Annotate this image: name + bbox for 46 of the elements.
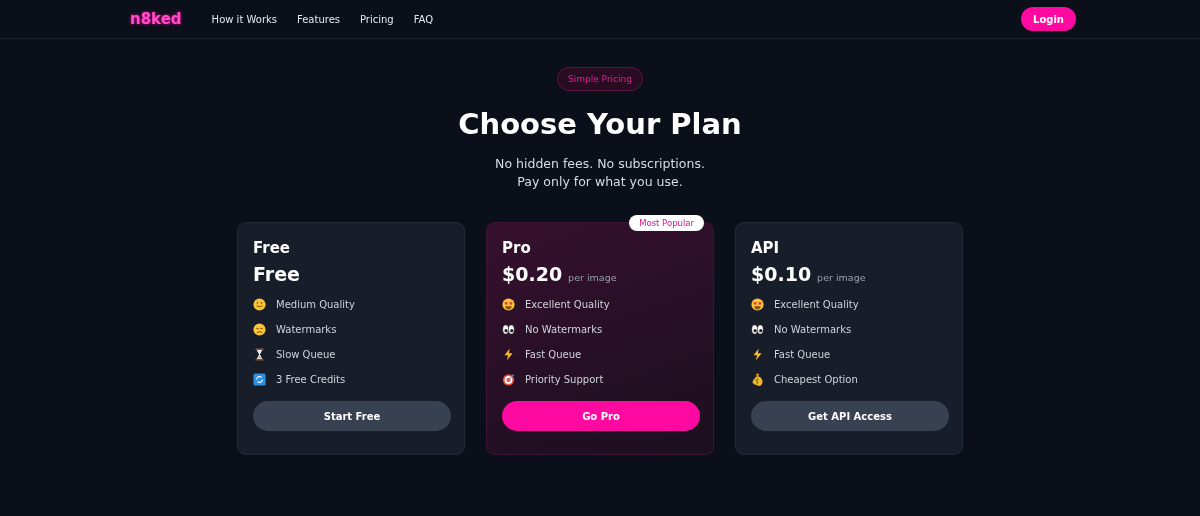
eyes-icon <box>751 323 764 336</box>
feature-text: Cheapest Option <box>774 374 858 385</box>
price-unit: per image <box>817 272 866 283</box>
lightning-bolt-icon <box>502 348 515 361</box>
feature-text: No Watermarks <box>774 324 852 335</box>
page-title: Choose Your Plan <box>458 107 742 141</box>
plan-price: $0.20 <box>502 263 563 285</box>
plan-price: $0.10 <box>751 263 812 285</box>
plan-price: Free <box>253 263 300 285</box>
feature-text: Excellent Quality <box>774 299 859 310</box>
star-eyes-face-icon <box>502 298 515 311</box>
hourglass-icon <box>253 348 266 361</box>
feature-text: 3 Free Credits <box>276 374 346 385</box>
nav-link[interactable]: How it Works <box>211 13 277 25</box>
feature-text: Watermarks <box>276 324 337 335</box>
nav-link[interactable]: Pricing <box>360 13 394 25</box>
logo[interactable]: n8ked <box>130 10 182 28</box>
plan-name: Free <box>253 239 292 257</box>
feature-text: Excellent Quality <box>525 299 610 310</box>
subtitle-text: Pay only for what you use. <box>516 173 684 191</box>
feature-text: Medium Quality <box>276 299 355 310</box>
plan-name: Pro <box>502 239 532 257</box>
feature-text: Fast Queue <box>774 349 831 360</box>
refresh-icon <box>253 373 266 386</box>
feature-text: No Watermarks <box>525 324 603 335</box>
popular-badge: Most Popular <box>629 215 704 231</box>
smiley-face-icon <box>253 298 266 311</box>
eyes-icon <box>502 323 515 336</box>
price-unit: per image <box>568 272 617 283</box>
sad-face-icon <box>253 323 266 336</box>
star-eyes-face-icon <box>751 298 764 311</box>
money-bag-icon <box>751 373 764 386</box>
nav-link[interactable]: Features <box>297 13 340 25</box>
feature-text: Fast Queue <box>525 349 582 360</box>
plan-button[interactable]: Start Free <box>253 401 451 431</box>
lightning-bolt-icon <box>751 348 764 361</box>
target-icon <box>502 373 515 386</box>
plan-button[interactable]: Go Pro <box>502 401 700 431</box>
subtitle-text: No hidden fees. No subscriptions. <box>495 155 705 173</box>
feature-text: Priority Support <box>525 374 604 385</box>
plan-name: API <box>751 239 781 257</box>
section-badge: Simple Pricing <box>557 67 643 91</box>
plan-button[interactable]: Get API Access <box>751 401 949 431</box>
login-button[interactable]: Login <box>1021 7 1076 31</box>
feature-text: Slow Queue <box>276 349 336 360</box>
nav-link[interactable]: FAQ <box>413 13 434 25</box>
